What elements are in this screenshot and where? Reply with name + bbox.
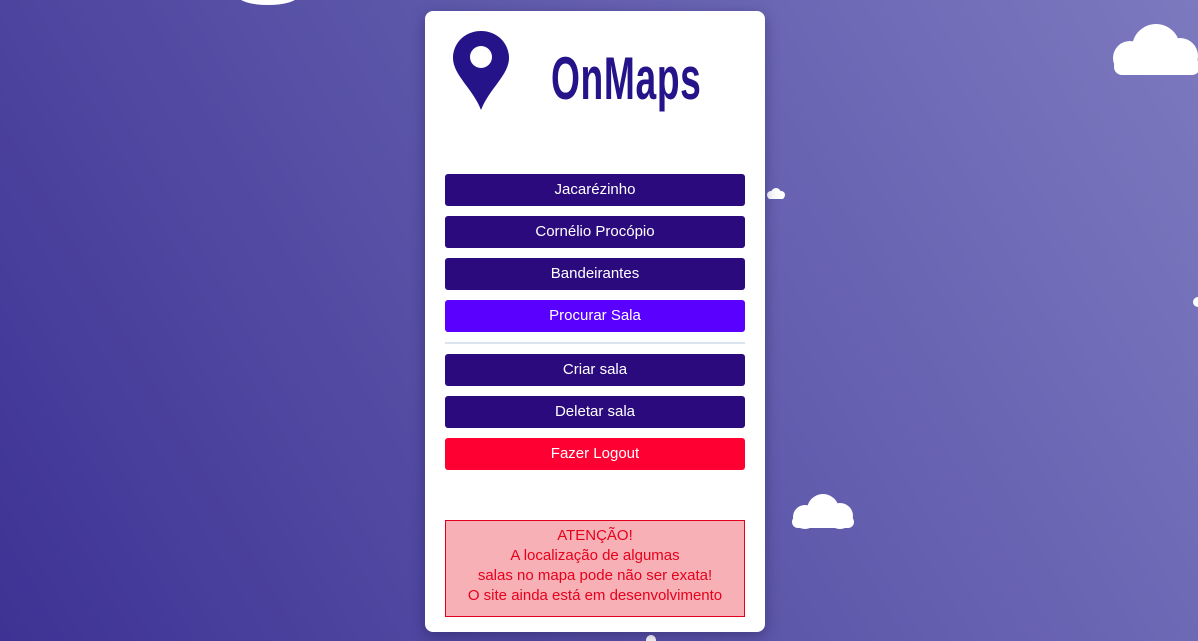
cloud-icon (646, 635, 656, 641)
menu-divider (445, 342, 745, 344)
warning-line: salas no mapa pode não ser exata! (477, 567, 713, 584)
search-room-button[interactable]: Procurar Sala (445, 300, 745, 332)
warning-line: O site ainda está em desenvolvimento (467, 587, 723, 604)
map-pin-icon (453, 31, 509, 110)
delete-room-button[interactable]: Deletar sala (445, 396, 745, 428)
create-room-button[interactable]: Criar sala (445, 354, 745, 386)
warning-line: A localização de algumas (510, 547, 680, 564)
logout-button[interactable]: Fazer Logout (445, 438, 745, 470)
cloud-icon (241, 0, 295, 5)
campus-bandeirantes-button[interactable]: Bandeirantes (445, 258, 745, 290)
campus-cornelio-procopio-button[interactable]: Cornélio Procópio (445, 216, 745, 248)
campus-menu: Jacarézinho Cornélio Procópio Bandeirant… (445, 174, 745, 480)
brand-logo: OnMaps (451, 29, 721, 115)
campus-jacarezinho-button[interactable]: Jacarézinho (445, 174, 745, 206)
cloud-icon (767, 188, 785, 199)
cloud-icon (792, 494, 854, 529)
development-warning: ATENÇÃO! A localização de algumas salas … (445, 520, 745, 617)
brand-name: OnMaps (551, 45, 702, 112)
cloud-icon (1113, 24, 1198, 75)
login-panel: OnMaps Jacarézinho Cornélio Procópio Ban… (425, 11, 765, 632)
warning-title: ATENÇÃO! (557, 527, 633, 544)
cloud-icon (1193, 297, 1198, 307)
